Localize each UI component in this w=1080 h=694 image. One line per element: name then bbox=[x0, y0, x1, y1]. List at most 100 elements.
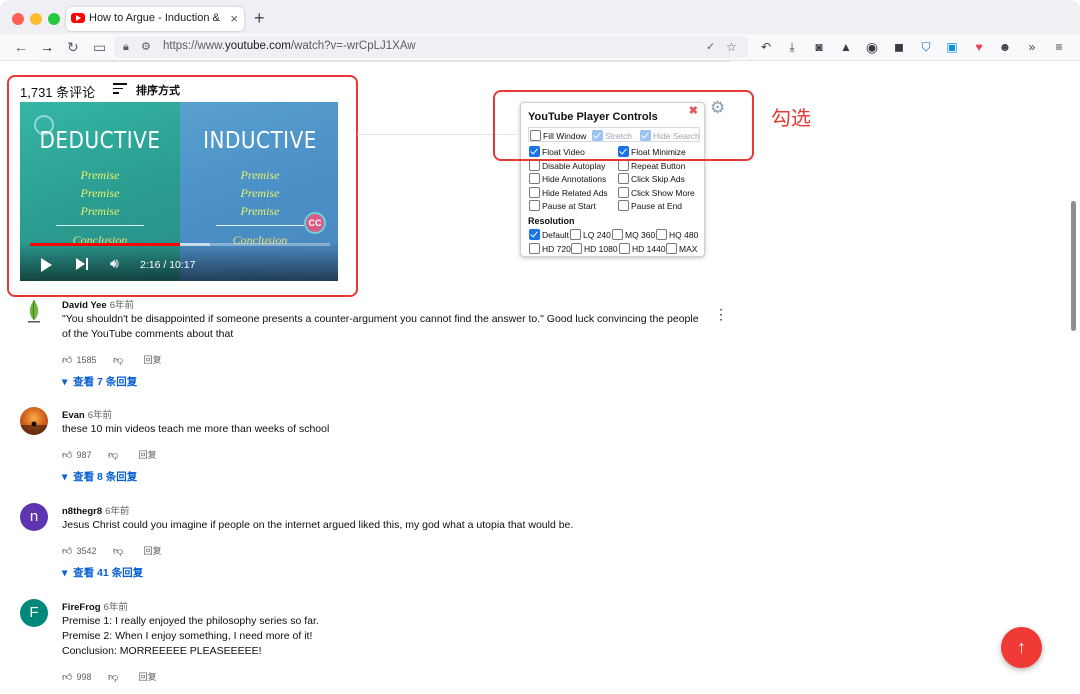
option-right-2[interactable]: Click Skip Ads bbox=[618, 173, 685, 184]
option-right-1[interactable]: Repeat Button bbox=[618, 159, 685, 171]
checkbox[interactable] bbox=[619, 243, 630, 254]
resolution-option[interactable]: MAX bbox=[666, 243, 697, 254]
option-label: HD 720 bbox=[542, 244, 571, 254]
minimize-window-button[interactable] bbox=[30, 13, 42, 25]
url-text[interactable]: https://www.youtube.com/watch?v=-wrCpLJ1… bbox=[163, 40, 416, 52]
option-label: HD 1440 bbox=[632, 244, 666, 254]
reply-button[interactable]: 回复 bbox=[144, 546, 162, 556]
checkbox[interactable] bbox=[571, 243, 582, 254]
circle-extension-icon[interactable]: ◉ bbox=[864, 39, 880, 55]
comment-author[interactable]: David Yee 6年前 bbox=[62, 297, 134, 311]
resolution-option[interactable]: Default bbox=[529, 229, 569, 240]
view-replies-button[interactable]: ▾ 查看 7 条回复 bbox=[62, 374, 137, 389]
checkbox[interactable] bbox=[529, 173, 540, 184]
avatar[interactable] bbox=[20, 407, 48, 435]
reply-button[interactable]: 回复 bbox=[139, 672, 157, 682]
checkbox[interactable] bbox=[529, 229, 540, 240]
resolution-option[interactable]: HD 1440 bbox=[619, 243, 666, 254]
pocket-icon[interactable]: ♥ bbox=[971, 39, 987, 55]
avatar[interactable]: F bbox=[20, 599, 48, 627]
resolution-option[interactable]: HD 1080 bbox=[571, 243, 618, 254]
tab-close-icon[interactable]: × bbox=[230, 11, 238, 26]
comment-menu-icon[interactable]: ⋮ bbox=[714, 306, 728, 323]
mask-extension-icon[interactable]: ◼ bbox=[891, 39, 907, 55]
comment-author[interactable]: FireFrog 6年前 bbox=[62, 599, 128, 613]
avatar[interactable] bbox=[20, 297, 48, 325]
checkbox[interactable] bbox=[529, 200, 540, 211]
close-window-button[interactable] bbox=[12, 13, 24, 25]
comment-line: Conclusion: MORREEEEE PLEASEEEEE! bbox=[62, 645, 262, 657]
reply-button[interactable]: 回复 bbox=[139, 450, 157, 460]
thumbs-up-icon[interactable]: 👍︎ bbox=[62, 354, 72, 366]
thumbs-down-icon[interactable]: 👎︎ bbox=[113, 354, 123, 366]
back-arrow-icon[interactable]: ← bbox=[14, 39, 28, 55]
option-left-2[interactable]: Hide Annotations bbox=[529, 173, 606, 184]
checkbox[interactable] bbox=[612, 229, 623, 240]
sidebar-icon[interactable]: ▭ bbox=[93, 39, 106, 55]
option-right-4[interactable]: Pause at End bbox=[618, 200, 682, 211]
option-left-3[interactable]: Hide Related Ads bbox=[529, 186, 608, 198]
comment-actions: 👍︎ 1585 👎︎ 回复 bbox=[62, 353, 162, 366]
screenshot-icon[interactable]: ◙ bbox=[811, 39, 827, 55]
scroll-to-top-button[interactable]: ↑ bbox=[1001, 627, 1042, 668]
comment-actions: 👍︎ 987 👎︎ 回复 bbox=[62, 448, 157, 461]
bitwarden-icon[interactable]: ⛉ bbox=[918, 39, 934, 55]
permissions-icon[interactable]: ⚙︎ bbox=[141, 39, 151, 55]
option-left-1[interactable]: Disable Autoplay bbox=[529, 159, 606, 171]
download-icon[interactable]: ⤓ bbox=[784, 39, 800, 55]
checkbox[interactable] bbox=[529, 186, 540, 198]
thumbs-up-icon[interactable]: 👍︎ bbox=[62, 449, 72, 461]
zoom-window-button[interactable] bbox=[48, 13, 60, 25]
view-replies-button[interactable]: ▾ 查看 8 条回复 bbox=[62, 469, 137, 484]
checkbox[interactable] bbox=[618, 200, 629, 211]
option-label: MQ 360 bbox=[625, 230, 656, 240]
resolution-option[interactable]: LQ 240 bbox=[570, 229, 611, 240]
checkbox[interactable] bbox=[666, 243, 677, 254]
checkbox[interactable] bbox=[529, 243, 540, 254]
comment-text: Premise 1: I really enjoyed the philosop… bbox=[62, 614, 702, 659]
resolution-option[interactable]: HQ 480 bbox=[656, 229, 698, 240]
like-count: 998 bbox=[76, 672, 92, 682]
comment-author[interactable]: Evan 6年前 bbox=[62, 407, 112, 421]
youtube-favicon-icon bbox=[71, 13, 85, 23]
thumbs-down-icon[interactable]: 👎︎ bbox=[113, 545, 123, 557]
checkbox[interactable] bbox=[570, 229, 581, 240]
option-label: Disable Autoplay bbox=[542, 160, 606, 171]
view-replies-button[interactable]: ▾ 查看 41 条回复 bbox=[62, 565, 143, 580]
thumbs-down-icon[interactable]: 👎︎ bbox=[108, 671, 118, 683]
thumbs-up-icon[interactable]: 👍︎ bbox=[62, 671, 72, 683]
history-icon[interactable]: ↶ bbox=[758, 39, 774, 55]
menu-icon[interactable]: ≡ bbox=[1051, 39, 1067, 55]
reply-button[interactable]: 回复 bbox=[144, 355, 162, 365]
forward-arrow-icon[interactable]: → bbox=[40, 39, 54, 55]
lock-icon[interactable]: 🔒︎ bbox=[123, 39, 129, 55]
overflow-chevron-icon[interactable]: » bbox=[1024, 39, 1040, 55]
option-label: MAX bbox=[679, 244, 698, 254]
checkbox[interactable] bbox=[618, 173, 629, 184]
resolution-label: Resolution bbox=[528, 216, 575, 226]
save-extension-icon[interactable]: ▣ bbox=[944, 39, 960, 55]
checkbox[interactable] bbox=[656, 229, 667, 240]
comment-actions: 👍︎ 998 👎︎ 回复 bbox=[62, 670, 157, 683]
url-bar[interactable]: 🔒︎ ⚙︎ https://www.youtube.com/watch?v=-w… bbox=[114, 36, 748, 58]
page-scrollbar[interactable] bbox=[1071, 201, 1076, 331]
thumbs-up-icon[interactable]: 👍︎ bbox=[62, 545, 72, 557]
panda-extension-icon[interactable]: ☻ bbox=[997, 39, 1013, 55]
reload-icon[interactable]: ↻ bbox=[67, 39, 79, 55]
thumbs-down-icon[interactable]: 👎︎ bbox=[108, 449, 118, 461]
comment-author[interactable]: n8thegr8 6年前 bbox=[62, 503, 129, 517]
checkbox[interactable] bbox=[618, 159, 629, 171]
option-right-3[interactable]: Click Show More bbox=[618, 186, 695, 198]
avatar[interactable]: n bbox=[20, 503, 48, 531]
bookmark-star-icon[interactable]: ☆ bbox=[726, 39, 737, 55]
tab-youtube[interactable]: How to Argue - Induction & Abduction × bbox=[66, 7, 244, 31]
checkbox[interactable] bbox=[529, 159, 540, 171]
rocket-icon[interactable]: ▲ bbox=[838, 39, 854, 55]
comment-line: Premise 2: When I enjoy something, I nee… bbox=[62, 630, 313, 642]
option-left-4[interactable]: Pause at Start bbox=[529, 200, 596, 211]
resolution-option[interactable]: HD 720 bbox=[529, 243, 571, 254]
new-tab-button[interactable]: + bbox=[254, 8, 265, 29]
checkbox[interactable] bbox=[618, 186, 629, 198]
pocket-check-icon[interactable]: ✓ bbox=[706, 39, 715, 55]
resolution-option[interactable]: MQ 360 bbox=[612, 229, 655, 240]
